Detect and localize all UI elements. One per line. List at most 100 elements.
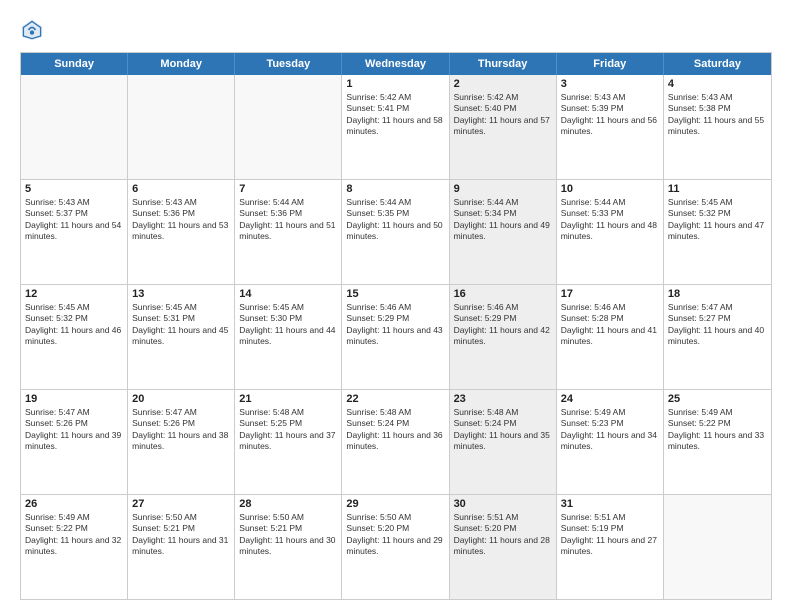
day-cell-20: 20 Sunrise: 5:47 AM Sunset: 5:26 PM Dayli… (128, 390, 235, 494)
day-info: Sunrise: 5:43 AM Sunset: 5:37 PM Dayligh… (25, 197, 123, 243)
day-cell-10: 10 Sunrise: 5:44 AM Sunset: 5:33 PM Dayli… (557, 180, 664, 284)
day-info: Sunrise: 5:51 AM Sunset: 5:20 PM Dayligh… (454, 512, 552, 558)
day-info: Sunrise: 5:44 AM Sunset: 5:36 PM Dayligh… (239, 197, 337, 243)
day-header-thursday: Thursday (450, 53, 557, 75)
day-cell-28: 28 Sunrise: 5:50 AM Sunset: 5:21 PM Dayli… (235, 495, 342, 599)
empty-cell (664, 495, 771, 599)
day-number: 14 (239, 288, 337, 300)
day-number: 26 (25, 498, 123, 510)
day-number: 28 (239, 498, 337, 510)
week-row-3: 12 Sunrise: 5:45 AM Sunset: 5:32 PM Dayli… (21, 285, 771, 390)
day-number: 10 (561, 183, 659, 195)
day-cell-29: 29 Sunrise: 5:50 AM Sunset: 5:20 PM Dayli… (342, 495, 449, 599)
day-number: 12 (25, 288, 123, 300)
logo (20, 18, 48, 42)
day-number: 17 (561, 288, 659, 300)
day-number: 18 (668, 288, 767, 300)
week-row-4: 19 Sunrise: 5:47 AM Sunset: 5:26 PM Dayli… (21, 390, 771, 495)
day-header-monday: Monday (128, 53, 235, 75)
day-number: 5 (25, 183, 123, 195)
day-number: 3 (561, 78, 659, 90)
day-info: Sunrise: 5:46 AM Sunset: 5:29 PM Dayligh… (454, 302, 552, 348)
day-header-sunday: Sunday (21, 53, 128, 75)
day-header-saturday: Saturday (664, 53, 771, 75)
day-number: 13 (132, 288, 230, 300)
logo-icon (20, 18, 44, 42)
day-cell-3: 3Sunrise: 5:43 AM Sunset: 5:39 PM Daylig… (557, 75, 664, 179)
day-info: Sunrise: 5:44 AM Sunset: 5:35 PM Dayligh… (346, 197, 444, 243)
day-cell-25: 25 Sunrise: 5:49 AM Sunset: 5:22 PM Dayli… (664, 390, 771, 494)
day-cell-31: 31Sunrise: 5:51 AM Sunset: 5:19 PM Dayli… (557, 495, 664, 599)
day-cell-5: 5 Sunrise: 5:43 AM Sunset: 5:37 PM Daylig… (21, 180, 128, 284)
day-info: Sunrise: 5:49 AM Sunset: 5:22 PM Dayligh… (25, 512, 123, 558)
day-cell-22: 22 Sunrise: 5:48 AM Sunset: 5:24 PM Dayli… (342, 390, 449, 494)
day-info: Sunrise: 5:45 AM Sunset: 5:30 PM Dayligh… (239, 302, 337, 348)
day-info: Sunrise: 5:50 AM Sunset: 5:21 PM Dayligh… (239, 512, 337, 558)
week-row-2: 5 Sunrise: 5:43 AM Sunset: 5:37 PM Daylig… (21, 180, 771, 285)
day-cell-4: 4 Sunrise: 5:43 AM Sunset: 5:38 PM Daylig… (664, 75, 771, 179)
day-cell-9: 9Sunrise: 5:44 AM Sunset: 5:34 PM Daylig… (450, 180, 557, 284)
day-info: Sunrise: 5:49 AM Sunset: 5:22 PM Dayligh… (668, 407, 767, 453)
day-number: 11 (668, 183, 767, 195)
day-cell-8: 8 Sunrise: 5:44 AM Sunset: 5:35 PM Daylig… (342, 180, 449, 284)
day-cell-13: 13 Sunrise: 5:45 AM Sunset: 5:31 PM Dayli… (128, 285, 235, 389)
day-number: 22 (346, 393, 444, 405)
day-info: Sunrise: 5:44 AM Sunset: 5:33 PM Dayligh… (561, 197, 659, 243)
day-cell-17: 17Sunrise: 5:46 AM Sunset: 5:28 PM Dayli… (557, 285, 664, 389)
calendar-body: 1 Sunrise: 5:42 AM Sunset: 5:41 PM Daylig… (21, 75, 771, 599)
day-info: Sunrise: 5:45 AM Sunset: 5:32 PM Dayligh… (25, 302, 123, 348)
day-cell-11: 11 Sunrise: 5:45 AM Sunset: 5:32 PM Dayli… (664, 180, 771, 284)
day-number: 1 (346, 78, 444, 90)
day-number: 27 (132, 498, 230, 510)
day-cell-7: 7 Sunrise: 5:44 AM Sunset: 5:36 PM Daylig… (235, 180, 342, 284)
calendar-header: SundayMondayTuesdayWednesdayThursdayFrid… (21, 53, 771, 75)
day-cell-14: 14 Sunrise: 5:45 AM Sunset: 5:30 PM Dayli… (235, 285, 342, 389)
day-info: Sunrise: 5:50 AM Sunset: 5:20 PM Dayligh… (346, 512, 444, 558)
day-info: Sunrise: 5:49 AM Sunset: 5:23 PM Dayligh… (561, 407, 659, 453)
empty-cell (128, 75, 235, 179)
calendar: SundayMondayTuesdayWednesdayThursdayFrid… (20, 52, 772, 600)
day-info: Sunrise: 5:45 AM Sunset: 5:31 PM Dayligh… (132, 302, 230, 348)
day-info: Sunrise: 5:48 AM Sunset: 5:24 PM Dayligh… (346, 407, 444, 453)
day-number: 19 (25, 393, 123, 405)
day-cell-24: 24Sunrise: 5:49 AM Sunset: 5:23 PM Dayli… (557, 390, 664, 494)
day-number: 31 (561, 498, 659, 510)
week-row-5: 26 Sunrise: 5:49 AM Sunset: 5:22 PM Dayli… (21, 495, 771, 599)
day-info: Sunrise: 5:42 AM Sunset: 5:41 PM Dayligh… (346, 92, 444, 138)
header (20, 18, 772, 42)
day-cell-1: 1 Sunrise: 5:42 AM Sunset: 5:41 PM Daylig… (342, 75, 449, 179)
day-number: 4 (668, 78, 767, 90)
day-cell-27: 27Sunrise: 5:50 AM Sunset: 5:21 PM Dayli… (128, 495, 235, 599)
day-number: 20 (132, 393, 230, 405)
day-number: 8 (346, 183, 444, 195)
day-number: 25 (668, 393, 767, 405)
day-cell-26: 26 Sunrise: 5:49 AM Sunset: 5:22 PM Dayli… (21, 495, 128, 599)
day-cell-16: 16Sunrise: 5:46 AM Sunset: 5:29 PM Dayli… (450, 285, 557, 389)
day-cell-21: 21Sunrise: 5:48 AM Sunset: 5:25 PM Dayli… (235, 390, 342, 494)
day-info: Sunrise: 5:47 AM Sunset: 5:26 PM Dayligh… (25, 407, 123, 453)
day-number: 9 (454, 183, 552, 195)
day-info: Sunrise: 5:42 AM Sunset: 5:40 PM Dayligh… (454, 92, 552, 138)
day-info: Sunrise: 5:47 AM Sunset: 5:26 PM Dayligh… (132, 407, 230, 453)
week-row-1: 1 Sunrise: 5:42 AM Sunset: 5:41 PM Daylig… (21, 75, 771, 180)
day-number: 2 (454, 78, 552, 90)
day-cell-2: 2 Sunrise: 5:42 AM Sunset: 5:40 PM Daylig… (450, 75, 557, 179)
day-info: Sunrise: 5:43 AM Sunset: 5:38 PM Dayligh… (668, 92, 767, 138)
day-cell-12: 12 Sunrise: 5:45 AM Sunset: 5:32 PM Dayli… (21, 285, 128, 389)
page: SundayMondayTuesdayWednesdayThursdayFrid… (0, 0, 792, 612)
day-number: 7 (239, 183, 337, 195)
day-number: 29 (346, 498, 444, 510)
day-number: 21 (239, 393, 337, 405)
day-number: 23 (454, 393, 552, 405)
empty-cell (235, 75, 342, 179)
day-info: Sunrise: 5:47 AM Sunset: 5:27 PM Dayligh… (668, 302, 767, 348)
day-cell-6: 6Sunrise: 5:43 AM Sunset: 5:36 PM Daylig… (128, 180, 235, 284)
day-header-friday: Friday (557, 53, 664, 75)
day-info: Sunrise: 5:48 AM Sunset: 5:24 PM Dayligh… (454, 407, 552, 453)
day-number: 15 (346, 288, 444, 300)
day-info: Sunrise: 5:46 AM Sunset: 5:29 PM Dayligh… (346, 302, 444, 348)
day-header-wednesday: Wednesday (342, 53, 449, 75)
day-cell-18: 18 Sunrise: 5:47 AM Sunset: 5:27 PM Dayli… (664, 285, 771, 389)
day-info: Sunrise: 5:45 AM Sunset: 5:32 PM Dayligh… (668, 197, 767, 243)
day-cell-15: 15 Sunrise: 5:46 AM Sunset: 5:29 PM Dayli… (342, 285, 449, 389)
